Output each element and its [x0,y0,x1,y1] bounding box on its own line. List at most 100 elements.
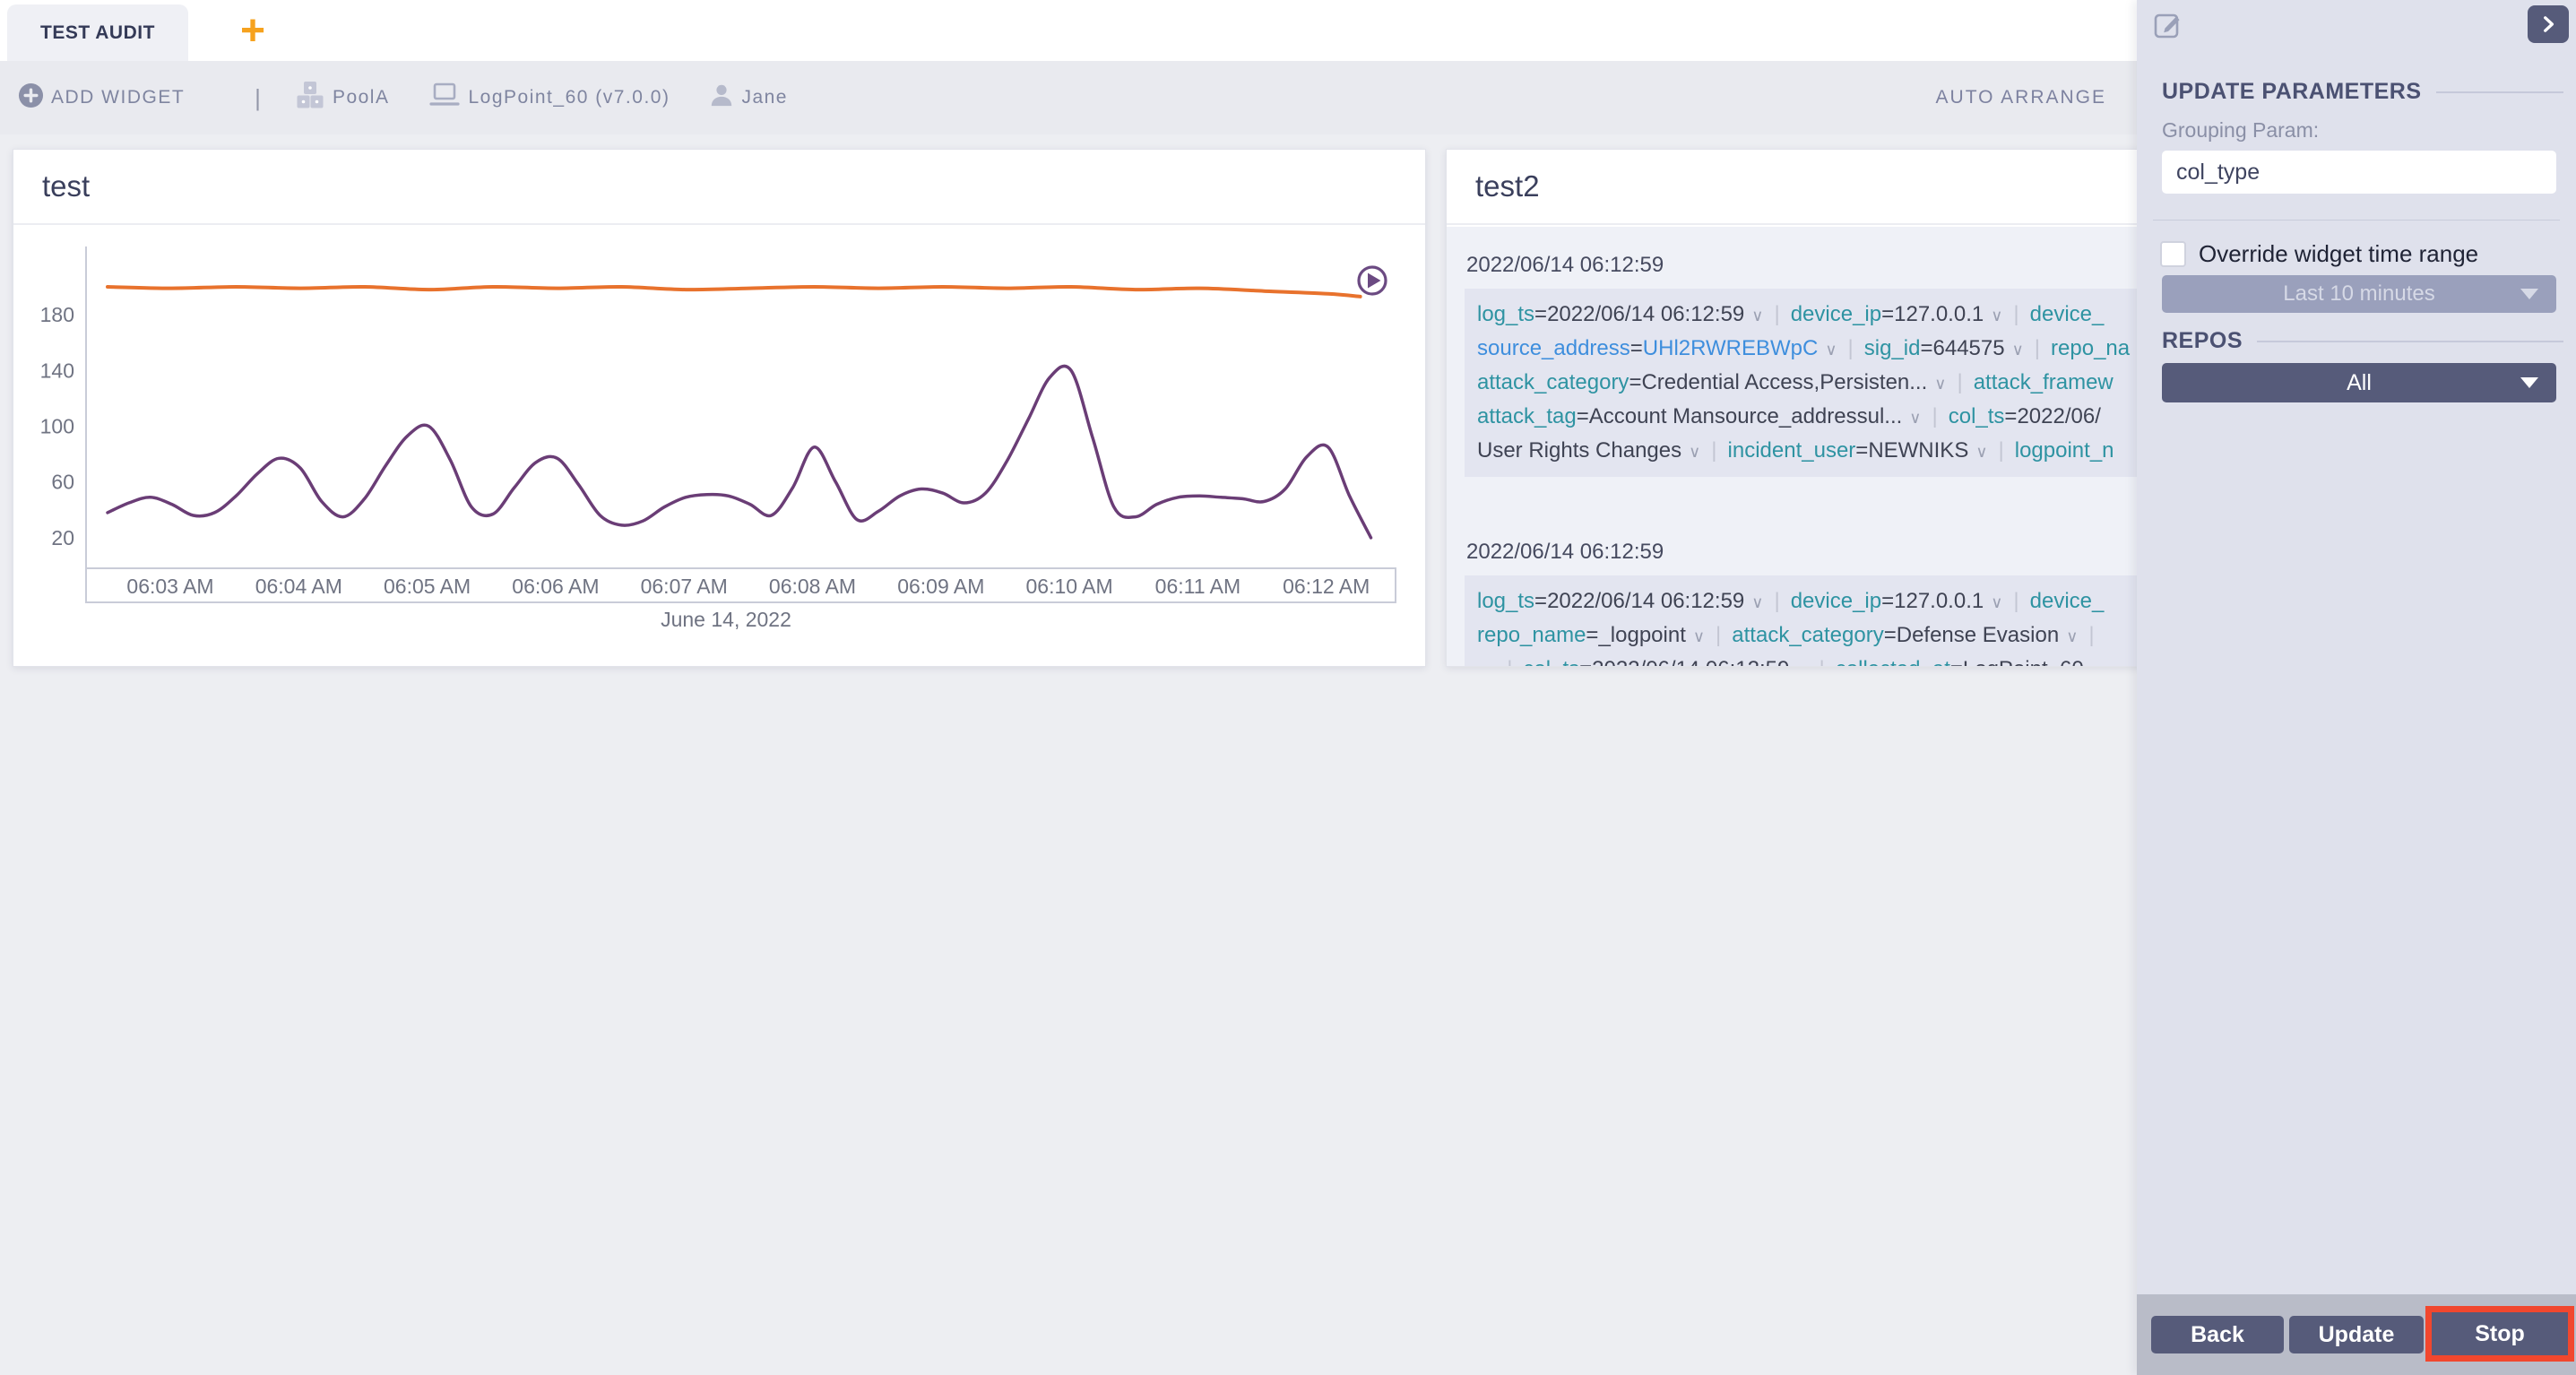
log-field[interactable]: device_ [2030,302,2105,326]
log-field[interactable]: source_address=UHl2RWREBWpC∨ [1477,336,1837,360]
log-line: log_ts=2022/06/14 06:12:59∨|device_ip=12… [1477,584,2252,618]
repos-dropdown[interactable]: All [2162,363,2556,402]
widget-test2: test2 2022/06/14 06:12:59 log_ts=2022/06/… [1446,149,2252,667]
field-chevron-icon: ∨ [1909,409,1921,427]
add-tab-button[interactable]: + [226,2,280,59]
grouping-param-input[interactable] [2162,151,2556,194]
svg-text:06:07 AM: 06:07 AM [641,575,728,598]
svg-text:06:03 AM: 06:03 AM [126,575,213,598]
svg-text:100: 100 [40,415,74,438]
tab-label: TEST AUDIT [40,22,155,44]
log-line: User Rights Changes∨ | incident_user=NEWNI… [1477,434,2252,468]
field-separator: | [2035,336,2040,360]
svg-text:06:06 AM: 06:06 AM [512,575,599,598]
override-label: Override widget time range [2199,240,2478,268]
log-field[interactable]: collected_at=LogPoint_60∨ [1836,657,2103,666]
update-parameters-section: UPDATE PARAMETERS [2162,79,2563,105]
back-button[interactable]: Back [2151,1316,2284,1353]
widget-test: test 2060100140180 06:03 AM06:04 AM06:05… [13,149,1426,667]
log-field[interactable]: device_ip=127.0.0.1∨ [1791,589,2003,613]
log-field[interactable]: log_ts=2022/06/14 06:12:59∨ [1477,302,1763,326]
log-field[interactable]: repo_name=_logpoint∨ [1477,623,1705,647]
collapse-panel-button[interactable] [2528,5,2569,43]
logpoint-selector[interactable]: LogPoint_60 (v7.0.0) [428,82,670,114]
edit-icon[interactable] [2153,9,2183,39]
log-field[interactable]: col_ts=2022/06/ [1949,404,2101,428]
field-separator: | [1848,336,1854,360]
log-field[interactable]: User Rights Changes∨ [1477,438,1700,463]
field-chevron-icon: ∨ [1825,341,1837,359]
laptop-icon [428,82,461,114]
panel-footer: Back Update Stop [2137,1294,2576,1375]
upper-flat-series [108,287,1361,297]
svg-text:06:04 AM: 06:04 AM [255,575,342,598]
section-rule [2257,341,2563,342]
log-field[interactable]: attack_tag=Account Mansource_addressul..… [1477,404,1921,428]
add-widget-label: ADD WIDGET [51,87,185,108]
field-chevron-icon[interactable]: ∨ [1484,662,1496,666]
update-button[interactable]: Update [2289,1316,2424,1353]
chevron-right-icon [2538,14,2558,34]
log-field[interactable]: logpoint_n [2015,438,2114,463]
log-field[interactable]: incident_user=NEWNIKS∨ [1728,438,1988,463]
svg-text:06:12 AM: 06:12 AM [1283,575,1370,598]
pool-label: PoolA [333,87,390,108]
log-field[interactable]: attack_framew [1974,370,2114,394]
log-field[interactable]: log_ts=2022/06/14 06:12:59∨ [1477,589,1763,613]
x-axis-date-label: June 14, 2022 [661,608,791,631]
play-button[interactable] [1359,267,1386,294]
repos-value: All [2347,370,2372,396]
stop-button[interactable]: Stop [2432,1312,2568,1355]
repos-section: REPOS [2162,328,2563,354]
field-chevron-icon: ∨ [1796,662,1808,666]
field-chevron-icon: ∨ [1693,627,1705,645]
log-timestamp: 2022/06/14 06:12:59 [1466,254,2252,277]
chevron-down-icon [2520,289,2538,299]
plus-circle-icon [18,82,44,114]
log-line: log_ts=2022/06/14 06:12:59∨|device_ip=12… [1477,298,2252,332]
svg-text:06:05 AM: 06:05 AM [384,575,471,598]
log-field[interactable]: repo_na [2051,336,2130,360]
log-field[interactable]: device_ip=127.0.0.1∨ [1791,302,2003,326]
log-line: source_address=UHl2RWREBWpC∨ | sig_id=6445… [1477,332,2252,366]
log-field[interactable]: attack_category=Defense Evasion∨ [1732,623,2078,647]
log-timestamp: 2022/06/14 06:12:59 [1466,540,2252,564]
chevron-down-icon [2520,377,2538,388]
widget-title: test [42,169,90,203]
add-widget-button[interactable]: ADD WIDGET [18,82,185,114]
pool-selector[interactable]: PoolA [295,80,390,116]
field-separator: | [2088,623,2094,647]
log-line: repo_name=_logpoint∨ | attack_category=Def… [1477,618,2252,653]
field-separator: | [1820,657,1825,666]
field-chevron-icon: ∨ [2091,662,2103,666]
field-separator: | [1711,438,1716,463]
log-field[interactable]: sig_id=644575∨ [1864,336,2024,360]
dashboard-toolbar: ADD WIDGET | PoolA LogPoint_60 (v7.0.0) … [0,61,2137,134]
y-axis-ticks: 2060100140180 [40,303,74,549]
override-checkbox[interactable] [2160,241,2186,267]
line-chart: 2060100140180 06:03 AM06:04 AM06:05 AM06… [13,225,1425,666]
svg-text:140: 140 [40,359,74,382]
field-chevron-icon: ∨ [1689,443,1700,461]
tab-test-audit[interactable]: TEST AUDIT [7,4,188,61]
pool-cubes-icon [295,80,325,116]
logpoint-label: LogPoint_60 (v7.0.0) [468,87,670,108]
widget-test-header: test [13,150,1425,225]
field-chevron-icon: ∨ [1975,443,1987,461]
field-chevron-icon: ∨ [1751,593,1763,611]
log-field[interactable]: device_ [2030,589,2105,613]
toolbar-separator: | [255,84,261,112]
field-separator: | [1957,370,1962,394]
override-time-range-row[interactable]: Override widget time range [2160,240,2478,268]
user-label: Jane [741,87,788,108]
log-field[interactable]: attack_category=Credential Access,Persis… [1477,370,1946,394]
widget-title: test2 [1475,169,1540,203]
auto-arrange-button[interactable]: AUTO ARRANGE [1936,87,2106,108]
field-chevron-icon: ∨ [1751,307,1763,324]
widget-test2-header: test2 [1447,150,2252,225]
log-line: attack_category=Credential Access,Persis… [1477,366,2252,400]
time-range-dropdown[interactable]: Last 10 minutes [2162,275,2556,313]
log-field[interactable]: col_ts=2022/06/14 06:12:59∨ [1523,657,1808,666]
user-selector[interactable]: Jane [709,82,788,113]
field-chevron-icon: ∨ [2012,341,2024,359]
